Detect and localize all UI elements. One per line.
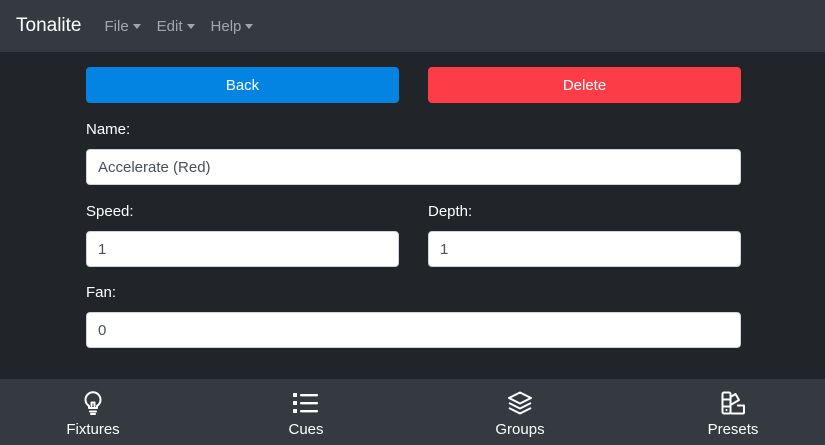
main-menu: File Edit Help (105, 18, 270, 35)
depth-input[interactable]: 1 (428, 231, 741, 267)
file-menu-label: File (104, 17, 129, 35)
top-navbar: Tonalite File Edit Help (0, 0, 825, 52)
help-menu[interactable]: Help (211, 18, 254, 35)
speed-input-value: 1 (98, 240, 107, 258)
edit-menu-label: Edit (156, 17, 183, 35)
tab-fixtures[interactable]: Fixtures (56, 379, 130, 445)
list-icon (293, 390, 319, 416)
help-menu-label: Help (210, 17, 242, 35)
fan-input[interactable]: 0 (86, 312, 741, 348)
name-input[interactable]: Accelerate (Red) (86, 149, 741, 185)
depth-label: Depth: (428, 203, 473, 220)
tab-presets[interactable]: Presets (700, 379, 766, 445)
speed-label: Speed: (86, 203, 134, 220)
caret-down-icon (245, 23, 254, 29)
back-button[interactable]: Back (86, 67, 399, 103)
tab-cues-label: Cues (288, 421, 324, 438)
tab-fixtures-label: Fixtures (66, 421, 120, 438)
palette-icon (720, 390, 746, 416)
tab-groups-label: Groups (495, 421, 545, 438)
delete-button[interactable]: Delete (428, 67, 741, 103)
name-input-value: Accelerate (Red) (98, 158, 211, 176)
caret-down-icon (186, 23, 195, 29)
fan-input-value: 0 (98, 321, 107, 339)
file-menu[interactable]: File (105, 18, 141, 35)
speed-input[interactable]: 1 (86, 231, 399, 267)
name-label: Name: (86, 121, 131, 138)
app-brand[interactable]: Tonalite (16, 15, 82, 37)
fan-label: Fan: (86, 284, 117, 301)
depth-input-value: 1 (440, 240, 449, 258)
tab-cues[interactable]: Cues (276, 379, 336, 445)
bottom-tab-bar: Fixtures Cues Groups Presets (0, 379, 825, 445)
layers-icon (507, 390, 533, 416)
tab-presets-label: Presets (707, 421, 759, 438)
tab-groups[interactable]: Groups (486, 379, 554, 445)
caret-down-icon (132, 23, 141, 29)
lightbulb-icon (80, 390, 106, 416)
edit-menu[interactable]: Edit (157, 18, 195, 35)
